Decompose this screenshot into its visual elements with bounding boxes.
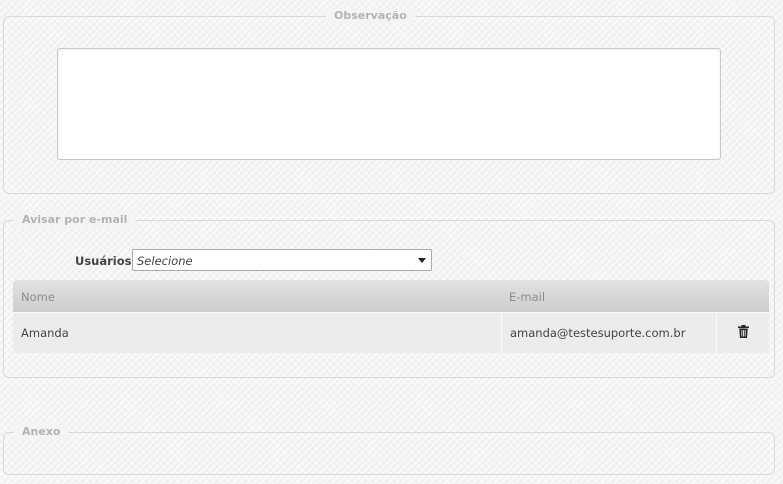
cell-nome: Amanda: [21, 326, 69, 340]
table-row: Amanda amanda@testesuporte.com.br: [13, 312, 769, 354]
delete-row-button[interactable]: [716, 313, 769, 354]
anexo-fieldset: Anexo: [3, 424, 775, 475]
observacao-legend: Observação: [326, 8, 415, 24]
cell-email: amanda@testesuporte.com.br: [501, 313, 716, 354]
avisar-email-fieldset: Avisar por e-mail Usuários Selecione Nom…: [3, 212, 775, 378]
usuarios-label: Usuários: [75, 254, 132, 268]
avisar-email-legend: Avisar por e-mail: [14, 212, 136, 228]
column-header-nome: Nome: [21, 290, 55, 304]
anexo-legend: Anexo: [14, 424, 69, 440]
usuarios-select[interactable]: Selecione: [132, 249, 432, 271]
column-header-email: E-mail: [509, 290, 546, 304]
trash-icon: [737, 325, 749, 338]
table-header: Nome E-mail: [13, 280, 769, 312]
users-table: Nome E-mail Amanda amanda@testesuporte.c…: [13, 280, 769, 354]
observacao-textarea[interactable]: [57, 48, 721, 160]
chevron-down-icon: [418, 258, 426, 263]
usuarios-select-value: Selecione: [137, 254, 193, 268]
observacao-fieldset: Observação: [3, 8, 775, 194]
